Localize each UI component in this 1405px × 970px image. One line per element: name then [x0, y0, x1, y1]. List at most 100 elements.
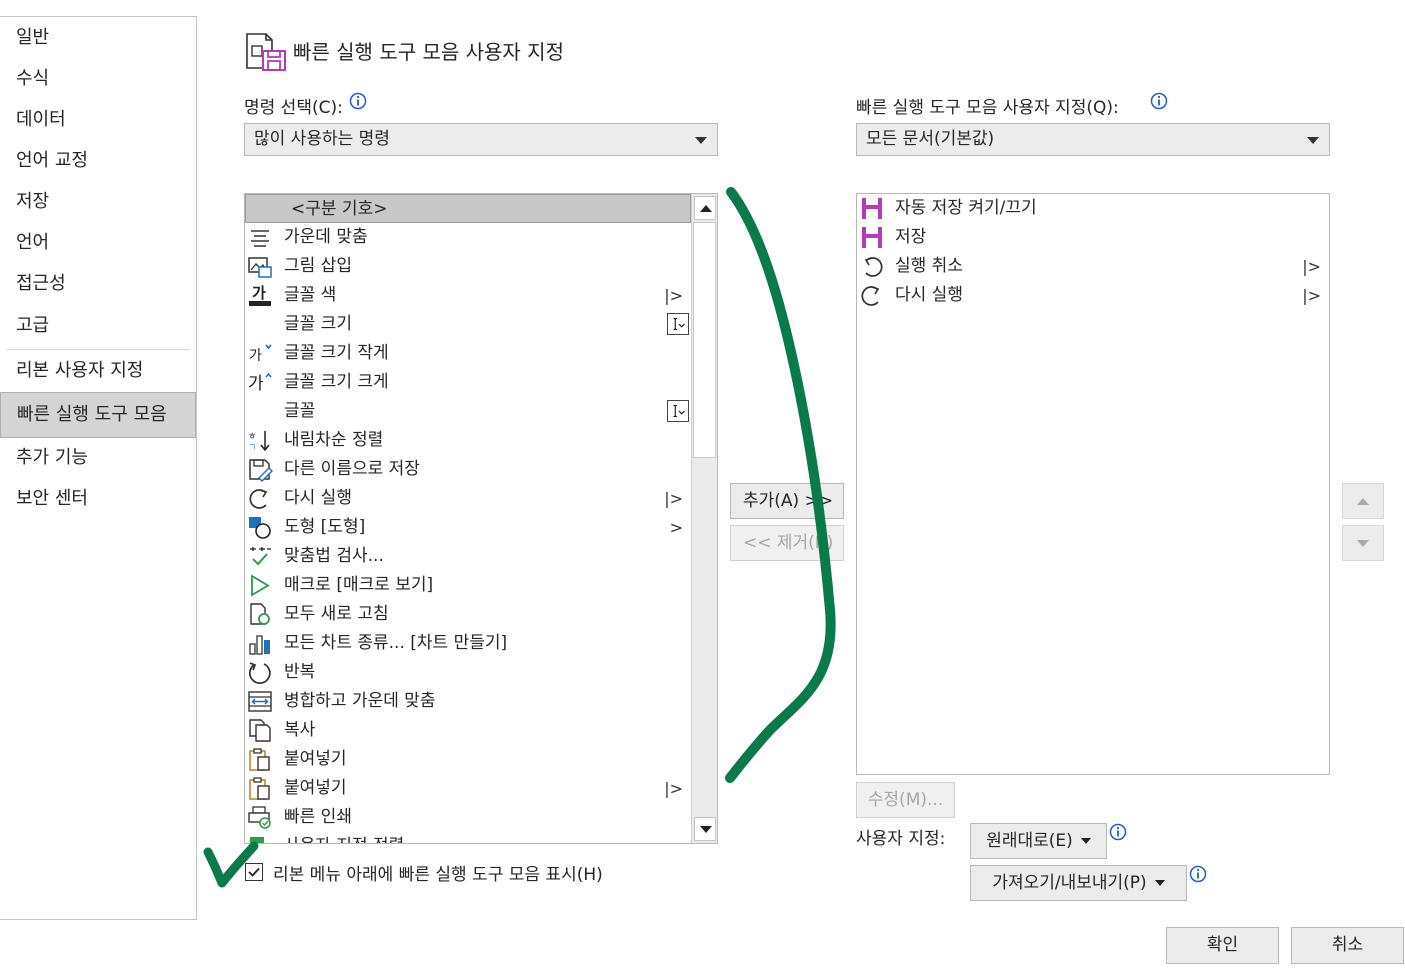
list-item[interactable]: 복사 [245, 716, 691, 745]
list-item-label: 복사 [284, 720, 316, 740]
list-item[interactable]: 가 글꼴 색 |> [245, 281, 691, 310]
show-below-ribbon-checkbox[interactable] [245, 863, 263, 881]
list-item[interactable]: 사용자 지정 정렬... [245, 832, 691, 843]
ok-button[interactable]: 확인 [1166, 927, 1279, 964]
list-item[interactable]: 글꼴 크기 [245, 310, 691, 339]
list-item[interactable]: 그림 삽입 [245, 252, 691, 281]
list-item[interactable]: 다시 실행 |> [245, 484, 691, 513]
list-item[interactable]: 반복 [245, 658, 691, 687]
svg-text:가: 가 [252, 284, 266, 302]
info-icon[interactable] [1150, 92, 1168, 110]
svg-text:ㅎ: ㅎ [248, 432, 256, 442]
page-title: 빠른 실행 도구 모음 사용자 지정 [293, 40, 564, 64]
show-below-ribbon-label: 리본 메뉴 아래에 빠른 실행 도구 모음 표시(H) [273, 865, 603, 885]
list-item[interactable]: 다른 이름으로 저장 [245, 455, 691, 484]
list-item[interactable]: 가 글꼴 크기 크게 [245, 368, 691, 397]
customize-toolbar-value: 모든 문서(기본값) [866, 129, 995, 149]
arrow-down-icon [700, 826, 712, 833]
list-item-label: 빠른 인쇄 [284, 807, 352, 827]
list-item[interactable]: 자동 저장 켜기/끄기 [857, 194, 1329, 223]
copy-icon [249, 719, 271, 742]
list-item-label: 모두 새로 고침 [284, 604, 389, 624]
list-item[interactable]: 모든 차트 종류... [차트 만들기] [245, 629, 691, 658]
list-item[interactable]: 매크로 [매크로 보기] [245, 571, 691, 600]
commands-scrollbar[interactable] [691, 194, 717, 843]
sidebar-item-proofing[interactable]: 언어 교정 [0, 141, 196, 181]
chevron-down-icon [1154, 880, 1165, 886]
customizations-label: 사용자 지정: [856, 829, 946, 849]
reset-dropdown-button[interactable]: 원래대로(E) [970, 823, 1107, 859]
list-item[interactable]: 가운데 맞춤 [245, 223, 691, 252]
choose-commands-dropdown[interactable]: 많이 사용하는 명령 [244, 123, 718, 156]
combo-control-icon [667, 313, 689, 335]
list-item[interactable]: 붙여넣기 [245, 745, 691, 774]
insert-picture-icon [248, 257, 272, 278]
info-icon[interactable] [1109, 823, 1127, 841]
modify-button[interactable]: 수정(M)... [856, 782, 955, 818]
list-item[interactable]: 맞춤법 검사... [245, 542, 691, 571]
list-item[interactable]: 다시 실행 |> [857, 281, 1329, 310]
sidebar-item-add-ins[interactable]: 추가 기능 [0, 438, 196, 478]
list-item-label: 도형 [도형] [284, 517, 366, 537]
info-icon[interactable] [1189, 865, 1207, 883]
repeat-icon [249, 662, 271, 684]
sidebar-item-data[interactable]: 데이터 [0, 100, 196, 140]
sidebar-item-save[interactable]: 저장 [0, 182, 196, 222]
sidebar-item-trust-center[interactable]: 보안 센터 [0, 479, 196, 519]
arrow-up-icon [700, 205, 712, 212]
options-sidebar: 일반 수식 데이터 언어 교정 저장 언어 접근성 고급 리본 사용자 지정 빠… [0, 16, 197, 920]
svg-text:가: 가 [248, 374, 264, 394]
list-item[interactable]: 빠른 인쇄 [245, 803, 691, 832]
sidebar-item-advanced[interactable]: 고급 [0, 306, 196, 346]
list-item[interactable]: 저장 [857, 223, 1329, 252]
add-button[interactable]: 추가(A) >> [730, 483, 844, 519]
list-item[interactable]: 가 글꼴 크기 작게 [245, 339, 691, 368]
import-export-dropdown-button[interactable]: 가져오기/내보내기(P) [970, 865, 1187, 901]
sidebar-divider [6, 349, 190, 350]
decrease-font-icon: 가 [249, 344, 272, 364]
scroll-thumb[interactable] [693, 222, 716, 458]
remove-button[interactable]: << 제거(R) [730, 525, 844, 561]
list-item-label: 저장 [895, 227, 927, 247]
list-item[interactable]: ㅎㄱ 내림차순 정렬 [245, 426, 691, 455]
list-item[interactable]: 도형 [도형] > [245, 513, 691, 542]
list-item-label: 글꼴 크기 작게 [284, 343, 389, 363]
scroll-up-button[interactable] [694, 196, 716, 220]
cancel-button[interactable]: 취소 [1291, 927, 1404, 964]
move-up-button[interactable] [1342, 483, 1384, 519]
commands-list[interactable]: <구분 기호> 가운데 맞춤 그림 삽입 가 글꼴 색 |> 글꼴 크기 가 글… [244, 193, 718, 844]
chevron-right-icon: > [669, 518, 683, 537]
split-arrow-icon: |> [1302, 286, 1321, 305]
scroll-down-button[interactable] [694, 817, 716, 841]
list-item[interactable]: 실행 취소 |> [857, 252, 1329, 281]
list-item[interactable]: <구분 기호> [245, 194, 691, 223]
quick-access-toolbar-icon [246, 33, 286, 71]
list-item-label: 실행 취소 [895, 256, 963, 276]
move-down-button[interactable] [1342, 525, 1384, 561]
sidebar-item-general[interactable]: 일반 [0, 18, 196, 58]
sidebar-item-quick-access-toolbar[interactable]: 빠른 실행 도구 모음 [0, 392, 196, 438]
list-item-label: 다시 실행 [284, 488, 352, 508]
sidebar-item-language[interactable]: 언어 [0, 223, 196, 263]
customize-toolbar-label: 빠른 실행 도구 모음 사용자 지정(Q): [856, 98, 1119, 118]
svg-text:ㄱ: ㄱ [248, 443, 256, 453]
choose-commands-label: 명령 선택(C): [244, 98, 343, 118]
quick-print-icon [248, 806, 271, 829]
info-icon[interactable] [349, 92, 367, 110]
sidebar-item-formulas[interactable]: 수식 [0, 59, 196, 99]
toolbar-commands-list[interactable]: 자동 저장 켜기/끄기 저장 실행 취소 |> 다시 실행 |> [856, 193, 1330, 775]
list-item[interactable]: 붙여넣기 |> [245, 774, 691, 803]
increase-font-icon: 가 [248, 372, 272, 394]
customize-toolbar-dropdown[interactable]: 모든 문서(기본값) [856, 123, 1330, 156]
import-export-label: 가져오기/내보내기(P) [992, 873, 1147, 893]
sidebar-item-customize-ribbon[interactable]: 리본 사용자 지정 [0, 351, 196, 391]
save-icon [862, 227, 882, 248]
shapes-icon [249, 517, 271, 539]
list-item[interactable]: 병합하고 가운데 맞춤 [245, 687, 691, 716]
split-arrow-icon: |> [1302, 257, 1321, 276]
combo-control-icon [667, 400, 689, 422]
choose-commands-value: 많이 사용하는 명령 [254, 129, 390, 149]
list-item[interactable]: 글꼴 [245, 397, 691, 426]
list-item[interactable]: 모두 새로 고침 [245, 600, 691, 629]
sidebar-item-accessibility[interactable]: 접근성 [0, 264, 196, 304]
